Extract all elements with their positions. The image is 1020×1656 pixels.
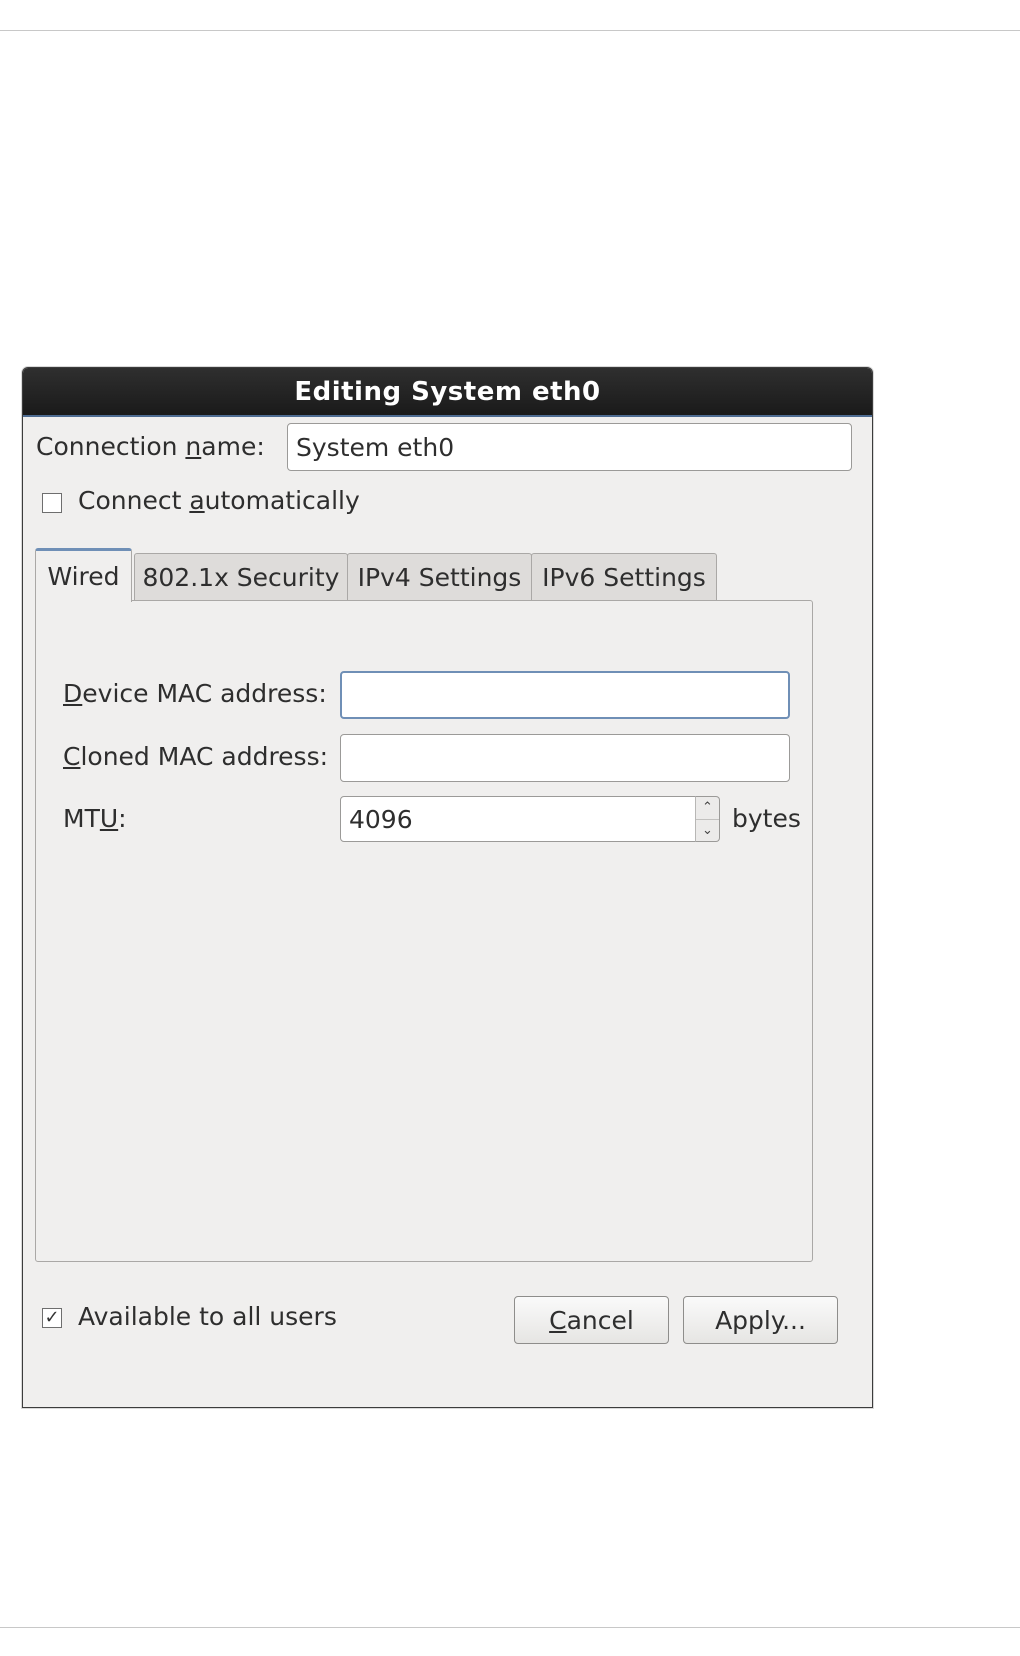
tab-ipv4-settings[interactable]: IPv4 Settings [347,553,532,601]
mtu-label: MTU: [63,804,127,833]
connection-name-input[interactable]: System eth0 [287,423,852,471]
connection-name-label: Connection name: [36,432,265,461]
connect-automatically-checkbox[interactable] [42,493,62,513]
available-to-all-users-label[interactable]: Available to all users [78,1302,337,1331]
dialog-titlebar: Editing System eth0 [23,368,872,417]
edit-connection-dialog: Editing System eth0 Connection name: Sys… [22,367,873,1408]
checkmark-icon: ✓ [44,1307,60,1328]
bottom-divider [0,1627,1020,1628]
mtu-spin-buttons: ⌃ ⌄ [695,796,720,842]
available-to-all-users-checkbox[interactable]: ✓ [42,1308,62,1328]
tab-wired[interactable]: Wired [35,548,132,602]
top-divider [0,30,1020,31]
tab-802-1x-security[interactable]: 802.1x Security [134,553,348,601]
mtu-input[interactable]: 4096 [340,796,696,842]
chevron-down-icon[interactable]: ⌄ [696,820,719,842]
connect-automatically-label[interactable]: Connect automatically [78,486,360,515]
chevron-up-icon[interactable]: ⌃ [696,797,719,820]
tab-ipv6-settings[interactable]: IPv6 Settings [531,553,717,601]
device-mac-input[interactable] [340,671,790,719]
cancel-button[interactable]: Cancel [514,1296,669,1344]
device-mac-label: Device MAC address: [63,679,327,708]
dialog-title: Editing System eth0 [294,376,601,407]
cloned-mac-label: Cloned MAC address: [63,742,329,771]
apply-button[interactable]: Apply... [683,1296,838,1344]
wired-tab-panel: Device MAC address: Cloned MAC address: … [35,600,813,1262]
cloned-mac-input[interactable] [340,734,790,782]
mtu-unit: bytes [732,804,801,833]
